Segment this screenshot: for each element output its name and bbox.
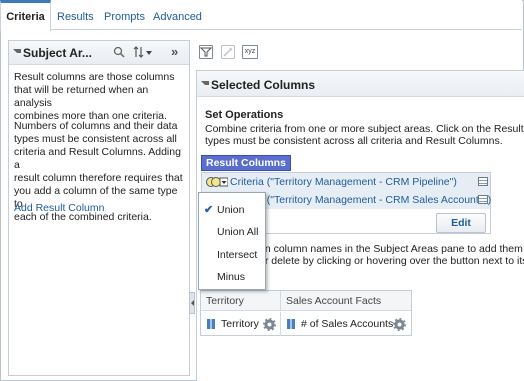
column-icon <box>287 319 295 329</box>
checkmark-icon: ✔ <box>204 204 214 216</box>
search-icon[interactable] <box>113 46 125 61</box>
result-columns-table: Territory Sales Account Facts Territory … <box>200 290 412 336</box>
set-operations-description: Combine criteria from one or more subjec… <box>205 123 524 147</box>
instructions-text: on column names in the Subject Areas pan… <box>259 243 524 267</box>
tab-prompts[interactable]: Prompts <box>104 0 145 30</box>
set-operation-menu: ✔ Union Union All Intersect Minus <box>198 192 266 290</box>
table-cell[interactable]: Territory <box>201 312 281 336</box>
splitter-arrow-icon <box>191 300 194 306</box>
gear-icon[interactable] <box>263 318 276 331</box>
tab-bar: Criteria Results Prompts Advanced <box>0 0 522 31</box>
subject-areas-panel: Subject Ar... » Result columns are those… <box>8 40 190 376</box>
menu-item-union-all[interactable]: Union All <box>199 221 265 243</box>
selected-columns-title: Selected Columns <box>211 78 316 92</box>
tab-criteria[interactable]: Criteria <box>0 0 51 31</box>
add-result-column-link[interactable]: Add Result Column <box>14 202 104 214</box>
tab-results[interactable]: Results <box>57 0 94 30</box>
help-paragraph-1: Result columns are those columns that wi… <box>14 71 175 122</box>
set-operation-icon[interactable] <box>206 175 229 189</box>
edit-formula-icon[interactable] <box>221 45 235 59</box>
menu-item-minus[interactable]: Minus <box>199 266 265 288</box>
menu-item-intersect[interactable]: Intersect <box>199 244 265 266</box>
subject-areas-header: Subject Ar... » <box>9 41 189 65</box>
criteria-menu-icon[interactable] <box>478 195 488 204</box>
criteria-link-sales-accounts[interactable]: Criteria ("Territory Management - CRM Sa… <box>230 194 491 206</box>
expand-double-chevron-icon[interactable]: » <box>171 44 178 59</box>
sort-icon[interactable] <box>133 45 153 62</box>
result-columns-button[interactable]: Result Columns <box>201 155 291 171</box>
criteria-link-pipeline[interactable]: Criteria ("Territory Management - CRM Pi… <box>230 176 457 188</box>
tab-advanced[interactable]: Advanced <box>153 0 202 30</box>
set-operations-title: Set Operations <box>205 109 284 121</box>
table-cell[interactable]: # of Sales Accounts <box>281 312 411 336</box>
criteria-row-1[interactable]: Criteria ("Territory Management - CRM Pi… <box>202 173 490 191</box>
selected-columns-header: Selected Columns <box>197 71 524 97</box>
xyz-icon[interactable]: xyz <box>242 45 258 59</box>
table-header-sales-account-facts: Sales Account Facts <box>281 291 411 311</box>
gear-icon[interactable] <box>393 318 406 331</box>
criteria-menu-icon[interactable] <box>478 177 488 186</box>
table-header-territory: Territory <box>201 291 281 311</box>
collapse-triangle-icon[interactable] <box>13 49 21 53</box>
menu-item-union[interactable]: ✔ Union <box>199 199 265 221</box>
subject-areas-title: Subject Ar... <box>23 46 92 60</box>
filter-icon[interactable] <box>199 45 213 59</box>
column-icon <box>207 319 215 329</box>
panel-splitter[interactable] <box>189 292 195 314</box>
collapse-triangle-icon[interactable] <box>201 81 209 85</box>
edit-button[interactable]: Edit <box>436 213 486 233</box>
